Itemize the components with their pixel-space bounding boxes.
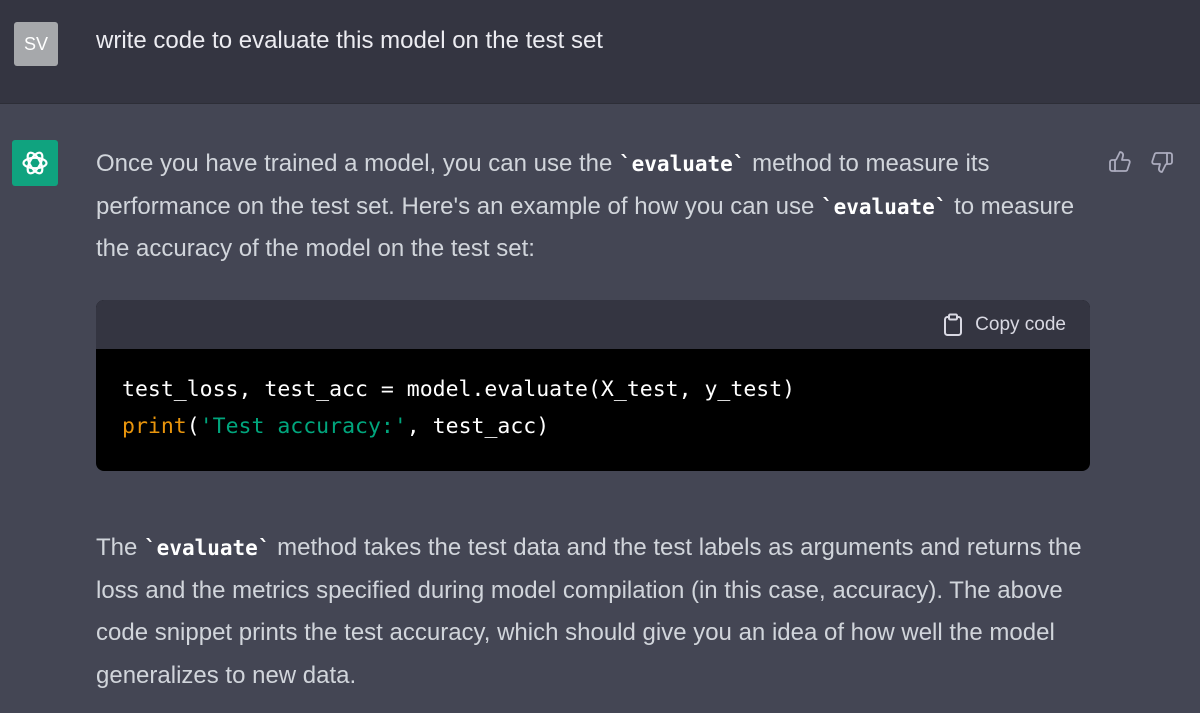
code-block-header: Copy code bbox=[96, 300, 1090, 349]
code-block: Copy code test_loss, test_acc = model.ev… bbox=[96, 300, 1090, 471]
code-line-1: test_loss, test_acc = model.evaluate(X_t… bbox=[122, 377, 796, 402]
openai-logo-icon bbox=[22, 151, 48, 175]
thumbs-up-button[interactable] bbox=[1106, 148, 1134, 176]
code-line-2: print('Test accuracy:', test_acc) bbox=[122, 414, 550, 439]
thumbs-down-button[interactable] bbox=[1148, 148, 1176, 176]
assistant-message-row: Once you have trained a model, you can u… bbox=[0, 104, 1200, 713]
inline-code: `evaluate` bbox=[619, 152, 746, 176]
assistant-paragraph-intro: Once you have trained a model, you can u… bbox=[96, 150, 1075, 262]
thumbs-down-icon bbox=[1151, 152, 1173, 173]
user-message-text: write code to evaluate this model on the… bbox=[96, 27, 603, 54]
copy-code-button[interactable]: Copy code bbox=[942, 312, 1066, 338]
inline-code: `evaluate` bbox=[144, 536, 271, 560]
inline-code: `evaluate` bbox=[820, 194, 948, 219]
user-message-row: SV write code to evaluate this model on … bbox=[0, 0, 1200, 104]
copy-code-label: Copy code bbox=[975, 314, 1066, 335]
assistant-paragraph-explanation: The `evaluate` method takes the test dat… bbox=[96, 534, 1082, 689]
clipboard-icon bbox=[944, 313, 963, 336]
user-avatar: SV bbox=[14, 22, 58, 66]
code-content: test_loss, test_acc = model.evaluate(X_t… bbox=[122, 371, 795, 445]
assistant-avatar bbox=[12, 140, 58, 186]
thumbs-up-icon bbox=[1109, 151, 1131, 172]
